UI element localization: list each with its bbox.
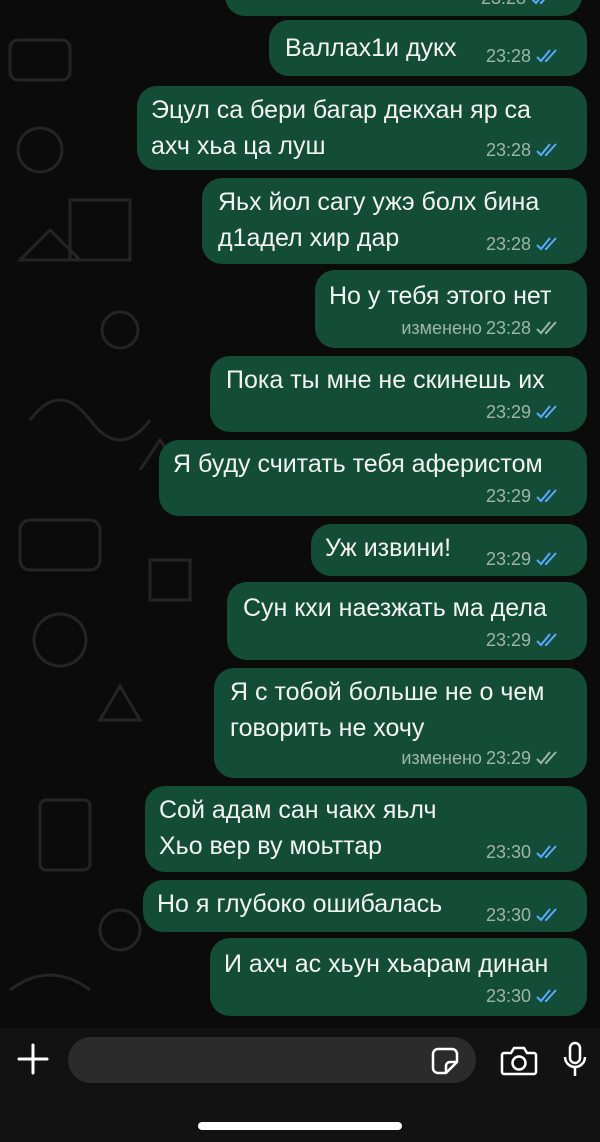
double-check-icon (536, 552, 557, 566)
message-bubble[interactable]: Я с тобой больше не о чем говорить не хо… (214, 668, 587, 778)
message-time: 23:29 (485, 402, 531, 422)
message-text: И ахч ас хьун хьарам динан (224, 950, 549, 978)
message-text: Эцул са бери багар декхан яр са ахч хьа … (151, 96, 531, 160)
message-time: 23:28 (485, 234, 531, 254)
message-time: 23:29 (485, 748, 531, 768)
message-text: Я буду считать тебя аферистом (173, 450, 543, 478)
message-bubble[interactable]: Валлах1и дукх 23:28 (269, 20, 587, 76)
message-bubble[interactable]: Но я глубоко ошибалась 23:30 (143, 880, 587, 932)
message-bubble[interactable]: Яьх йол сагу ужэ болх бина д1адел хир да… (202, 178, 587, 264)
message-bubble[interactable]: Эцул са бери багар декхан яр са ахч хьа … (137, 86, 587, 170)
message-text: Я с тобой больше не о чем говорить не хо… (230, 678, 545, 742)
message-time: 23:29 (485, 486, 531, 506)
message-time: 23:28 (485, 46, 531, 66)
message-text: Сун кхи наезжать ма дела (243, 594, 547, 622)
message-time: 23:29 (485, 549, 531, 569)
double-check-icon (536, 321, 557, 335)
chat-area[interactable]: 23:28 Валлах1и дукх 23:28 Эцул са бери б… (0, 0, 600, 1028)
double-check-icon (536, 143, 557, 157)
message-time: 23:29 (485, 630, 531, 650)
plus-icon[interactable] (16, 1042, 50, 1076)
double-check-icon (536, 405, 557, 419)
message-bubble[interactable]: Сун кхи наезжать ма дела 23:29 (227, 582, 587, 660)
message-text: Валлах1и дукх (285, 34, 457, 62)
message-text: Уж извини! (325, 534, 452, 562)
double-check-icon (536, 489, 557, 503)
message-bubble[interactable]: Уж извини! 23:29 (311, 524, 587, 576)
message-bubble[interactable]: Сой адам сан чакх яьлч Хьо вер ву моьтта… (145, 786, 587, 872)
message-text: Сой адам сан чакх яьлч Хьо вер ву моьтта… (159, 796, 437, 860)
double-check-icon (531, 0, 546, 5)
message-input[interactable] (68, 1037, 476, 1083)
double-check-icon (536, 845, 557, 859)
double-check-icon (536, 237, 557, 251)
edited-label: изменено (401, 748, 482, 768)
double-check-icon (536, 633, 557, 647)
message-time: 23:30 (485, 842, 531, 862)
message-text: Но я глубоко ошибалась (157, 890, 443, 918)
camera-icon[interactable] (500, 1044, 538, 1076)
message-bubble[interactable]: Пока ты мне не скинешь их 23:29 (210, 356, 587, 432)
message-bubble-partial[interactable]: 23:28 (225, 0, 582, 16)
double-check-icon (536, 49, 557, 63)
message-bubble[interactable]: Я буду считать тебя аферистом 23:29 (159, 440, 587, 516)
microphone-icon[interactable] (562, 1041, 588, 1079)
message-bubble[interactable]: Но у тебя этого нет изменено 23:28 (315, 270, 587, 348)
message-time: 23:30 (485, 986, 531, 1006)
message-text: Пока ты мне не скинешь их (226, 366, 545, 394)
double-check-icon (536, 751, 557, 765)
home-indicator[interactable] (198, 1122, 402, 1130)
double-check-icon (536, 908, 557, 922)
message-time: 23:28 (485, 140, 531, 160)
sticker-icon[interactable] (430, 1046, 460, 1076)
message-time: 23:28 (485, 318, 531, 338)
message-time: 23:30 (485, 905, 531, 925)
message-bubble[interactable]: И ахч ас хьун хьарам динан 23:30 (210, 938, 587, 1016)
message-text: Но у тебя этого нет (329, 282, 552, 310)
double-check-icon (536, 989, 557, 1003)
edited-label: изменено (401, 318, 482, 338)
message-time: 23:28 (481, 0, 526, 8)
